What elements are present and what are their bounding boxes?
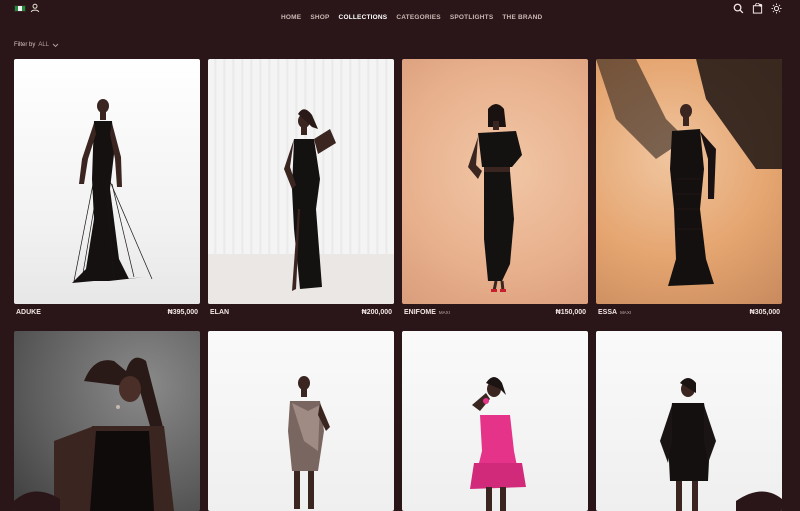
product-price: ₦150,000 bbox=[555, 309, 586, 316]
nav-item-home[interactable]: HOME bbox=[281, 14, 301, 21]
model-figure bbox=[468, 104, 522, 292]
user-icon[interactable] bbox=[30, 3, 40, 13]
product-image[interactable] bbox=[14, 331, 200, 511]
nav-item-shop[interactable]: SHOP bbox=[310, 14, 329, 21]
flag-icon[interactable] bbox=[14, 5, 26, 12]
nav-item-categories[interactable]: CATEGORIES bbox=[396, 14, 441, 21]
header-actions bbox=[733, 3, 782, 14]
model-figure bbox=[288, 376, 330, 509]
model-figure bbox=[284, 109, 336, 291]
bag-icon[interactable] bbox=[752, 3, 763, 14]
chevron-down-icon[interactable] bbox=[52, 43, 59, 48]
model-figure bbox=[660, 378, 782, 511]
product-card[interactable] bbox=[208, 331, 394, 511]
product-card[interactable]: ENIFOME MAXI ₦150,000 bbox=[402, 59, 588, 321]
product-image[interactable] bbox=[14, 59, 200, 304]
theme-sun-icon[interactable] bbox=[771, 3, 782, 14]
nav-item-spotlights[interactable]: SPOTLIGHTS bbox=[450, 14, 494, 21]
nav-item-collections[interactable]: COLLECTIONS bbox=[339, 14, 388, 21]
model-figure bbox=[14, 357, 174, 511]
product-caption: ADUKE ₦395,000 bbox=[14, 304, 200, 321]
model-figure bbox=[596, 59, 782, 286]
product-caption: ELAN ₦200,000 bbox=[208, 304, 394, 321]
filter-control[interactable]: Filter by ALL bbox=[14, 42, 59, 48]
product-price: ₦200,000 bbox=[361, 309, 392, 316]
product-image[interactable] bbox=[402, 59, 588, 304]
product-card[interactable]: ESSA MAXI ₦305,000 bbox=[596, 59, 782, 321]
model-figure bbox=[470, 377, 526, 511]
product-price: ₦305,000 bbox=[749, 309, 780, 316]
product-tag: MAXI bbox=[438, 310, 450, 315]
product-tag: MAXI bbox=[620, 310, 632, 315]
product-caption: ESSA MAXI ₦305,000 bbox=[596, 304, 782, 321]
main-nav: HOME SHOP COLLECTIONS CATEGORIES SPOTLIG… bbox=[281, 14, 542, 21]
product-image[interactable] bbox=[402, 331, 588, 511]
nav-item-the-brand[interactable]: THE BRAND bbox=[502, 14, 542, 21]
filter-value[interactable]: ALL bbox=[38, 42, 49, 48]
product-image[interactable] bbox=[208, 59, 394, 304]
product-card[interactable] bbox=[402, 331, 588, 511]
product-card[interactable] bbox=[14, 331, 200, 511]
model-figure bbox=[72, 99, 153, 283]
product-card[interactable]: ADUKE ₦395,000 bbox=[14, 59, 200, 321]
product-grid: ADUKE ₦395,000 ELAN ₦200,000 ENIFOME MAX… bbox=[14, 59, 782, 511]
product-caption: ENIFOME MAXI ₦150,000 bbox=[402, 304, 588, 321]
product-image[interactable] bbox=[208, 331, 394, 511]
product-image[interactable] bbox=[596, 331, 782, 511]
search-icon[interactable] bbox=[733, 3, 744, 14]
product-name[interactable]: ADUKE bbox=[16, 309, 41, 316]
product-image[interactable] bbox=[596, 59, 782, 304]
filter-label: Filter by bbox=[14, 42, 36, 48]
product-name[interactable]: ESSA bbox=[598, 309, 617, 316]
product-card[interactable] bbox=[596, 331, 782, 511]
product-name[interactable]: ENIFOME bbox=[404, 309, 436, 316]
product-name[interactable]: ELAN bbox=[210, 309, 229, 316]
product-card[interactable]: ELAN ₦200,000 bbox=[208, 59, 394, 321]
site-header: HOME SHOP COLLECTIONS CATEGORIES SPOTLIG… bbox=[0, 0, 800, 34]
product-price: ₦395,000 bbox=[167, 309, 198, 316]
